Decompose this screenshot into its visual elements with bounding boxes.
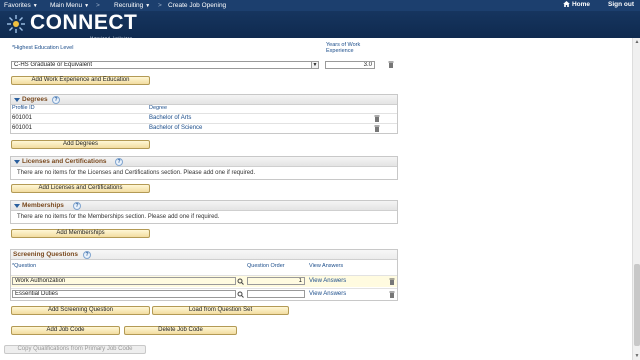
licenses-header[interactable]: Licenses and Certifications ? [11,157,397,167]
trash-icon[interactable] [374,115,380,122]
favorites-menu[interactable]: Favorites ▼ [4,2,38,9]
add-degrees-button[interactable]: Add Degrees [11,140,150,149]
screening-questions-panel: Screening Questions ? *Question Question… [10,249,398,301]
collapse-triangle-icon[interactable] [14,160,20,164]
profile-id-cell: 601001 [12,125,33,131]
collapse-triangle-icon[interactable] [14,204,20,208]
favorites-label: Favorites [4,2,31,9]
help-icon[interactable]: ? [115,158,123,166]
add-job-code-button[interactable]: Add Job Code [11,326,120,335]
memberships-title: Memberships [22,202,64,209]
years-of-work-experience-input[interactable]: 3.0 [325,61,375,69]
screening-questions-header: Screening Questions ? [11,250,397,260]
home-link[interactable]: Home [563,1,590,8]
screening-questions-title: Screening Questions [13,251,79,258]
licenses-title: Licenses and Certifications [22,158,107,165]
add-licenses-button[interactable]: Add Licenses and Certifications [11,184,150,193]
question-column-header: *Question [12,263,37,269]
dropdown-arrow-icon[interactable]: ▼ [311,61,319,69]
collapse-triangle-icon[interactable] [14,98,20,102]
view-answers-link[interactable]: View Answers [309,291,346,297]
table-row: 601001 Bachelor of Arts [11,113,397,122]
help-icon[interactable]: ? [52,96,60,104]
breadcrumb-separator: > [96,2,100,9]
view-answers-column-header: View Answers [309,263,344,269]
years-of-work-experience-label: Years of Work Experience [326,42,361,54]
view-answers-link[interactable]: View Answers [309,278,346,284]
table-row: Work Authorization 1 View Answers [11,275,397,287]
help-icon[interactable]: ? [73,202,81,210]
chevron-down-icon: ▼ [84,3,90,9]
question-input[interactable]: Work Authorization [12,277,236,285]
question-input[interactable]: Essential Duties [12,290,236,298]
search-icon[interactable] [237,278,244,285]
question-order-input[interactable]: 1 [247,277,305,285]
degree-column-header: Degree [149,105,168,111]
recruiting-menu[interactable]: Recruiting ▼ [114,2,150,9]
trash-icon[interactable] [374,125,380,132]
delete-job-code-button[interactable]: Delete Job Code [124,326,237,335]
scroll-up-icon[interactable]: ▲ [634,39,640,45]
main-menu[interactable]: Main Menu ▼ [50,2,89,9]
licenses-empty-text: There are no items for the Licenses and … [17,170,256,176]
profile-id-column-header: Profile ID [12,105,35,111]
main-menu-label: Main Menu [50,2,83,9]
profile-id-cell: 601001 [12,115,33,121]
memberships-panel: Memberships ? There are no items for the… [10,200,398,224]
vertical-scrollbar[interactable]: ▲ ▼ [632,38,640,360]
degree-link[interactable]: Bachelor of Science [149,125,202,131]
highest-education-level-label: *Highest Education Level [12,45,74,51]
recruiting-label: Recruiting [114,2,144,9]
degrees-title: Degrees [22,96,48,103]
licenses-panel: Licenses and Certifications ? There are … [10,156,398,180]
brand-header: CONNECT Maryland Judiciary [0,11,640,40]
help-icon[interactable]: ? [83,251,91,259]
degrees-header[interactable]: Degrees ? [11,95,397,105]
chevron-down-icon: ▼ [145,3,151,9]
memberships-header[interactable]: Memberships ? [11,201,397,211]
load-from-question-set-button[interactable]: Load from Question Set [152,306,289,315]
search-icon[interactable] [237,291,244,298]
brand-wordmark: CONNECT [30,11,138,34]
question-order-input[interactable] [247,290,305,298]
add-screening-question-button[interactable]: Add Screening Question [11,306,150,315]
question-order-column-header: Question Order [247,263,285,269]
main-content: *Highest Education Level Years of Work E… [0,38,632,360]
breadcrumb-separator: > [158,2,162,9]
sign-out-link[interactable]: Sign out [608,1,634,8]
add-work-experience-button[interactable]: Add Work Experience and Education [11,76,150,85]
connect-logo [7,15,25,33]
trash-icon[interactable] [388,61,394,68]
scroll-down-icon[interactable]: ▼ [634,353,640,359]
highest-education-level-select[interactable]: C-HS Graduate or Equivalent [11,61,312,69]
degrees-panel: Degrees ? Profile ID Degree 601001 Bache… [10,94,398,134]
copy-qualifications-button[interactable]: Copy Qualifications from Primary Job Cod… [4,345,146,354]
breadcrumb-create-job-opening[interactable]: Create Job Opening [168,2,226,9]
trash-icon[interactable] [389,291,395,298]
add-memberships-button[interactable]: Add Memberships [11,229,150,238]
trash-icon[interactable] [389,278,395,285]
memberships-empty-text: There are no items for the Memberships s… [17,214,220,220]
chevron-down-icon: ▼ [32,3,38,9]
home-label: Home [571,1,590,8]
degree-link[interactable]: Bachelor of Arts [149,115,191,121]
table-row: 601001 Bachelor of Science [11,123,397,132]
top-navigation-bar: Favorites ▼ Main Menu ▼ > Recruiting ▼ > Cr… [0,0,640,11]
scrollbar-thumb[interactable] [634,264,640,346]
table-row: Essential Duties View Answers [11,288,397,300]
home-icon [563,1,570,7]
